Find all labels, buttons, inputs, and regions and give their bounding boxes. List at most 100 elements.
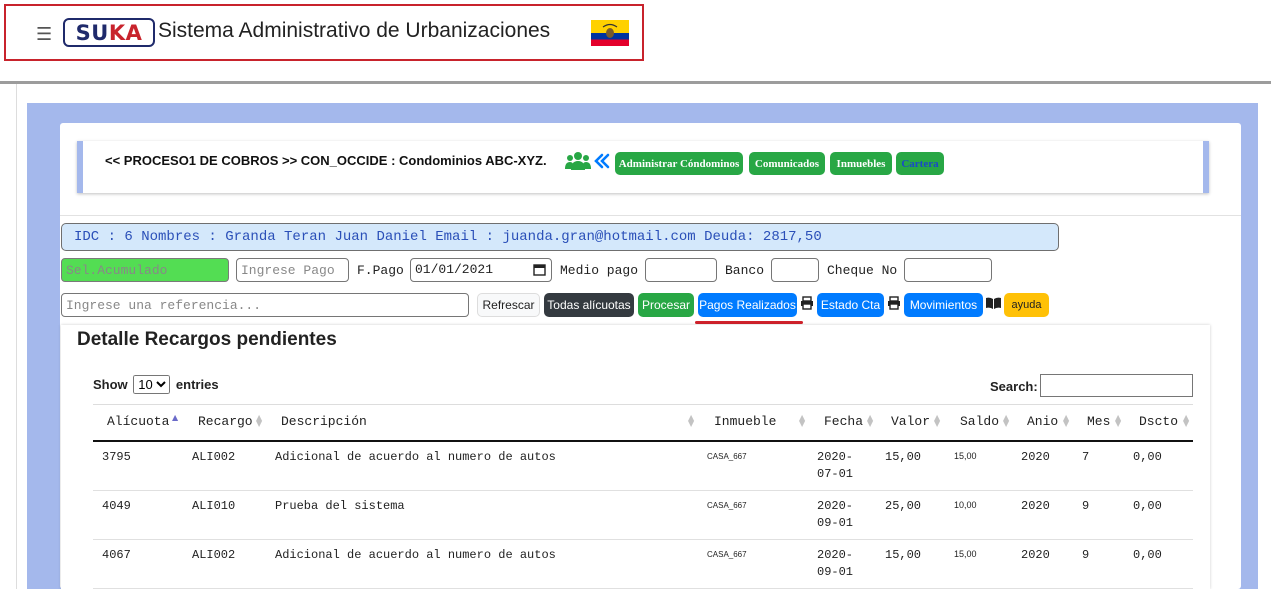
suka-logo: SUKA [63,18,155,47]
double-chevron-left-icon[interactable] [593,151,611,171]
sort-icon[interactable]: ▲ ▼ [688,414,694,428]
ecuador-flag-icon [591,20,629,46]
print-icon[interactable] [800,296,814,310]
sort-icon[interactable]: ▲ ▼ [1183,414,1189,428]
procesar-button[interactable]: Procesar [638,293,694,317]
cell-saldo: 15,00 [954,549,977,559]
cell-alicuota: 3795 [102,450,131,464]
header-mes[interactable]: Mes [1087,414,1110,429]
cell-descripcion: Adicional de acuerdo al numero de autos [275,450,556,464]
pagos-realizados-button[interactable]: Pagos Realizados [698,293,797,317]
cell-inmueble: CASA_667 [707,452,747,461]
cell-descripcion: Adicional de acuerdo al numero de autos [275,548,556,562]
print-icon[interactable] [887,296,901,310]
sort-icon[interactable]: ▲ ▼ [867,414,873,428]
cell-alicuota: 4049 [102,499,131,513]
cell-mes: 7 [1082,450,1090,464]
detail-title: Detalle Recargos pendientes [77,329,337,350]
sort-icon[interactable]: ▲ ▼ [934,414,940,428]
process-bar: << PROCESO1 DE COBROS >> CON_OCCIDE : Co… [77,141,1209,193]
show-entries: Show 10 entries [93,375,219,394]
cell-valor: 15,00 [885,450,922,464]
medio-pago-input[interactable] [645,258,717,282]
pago-input[interactable] [236,258,349,282]
cell-fecha-year: 2020- [817,548,854,562]
cell-descripcion: Prueba del sistema [275,499,405,513]
inmuebles-button[interactable]: Inmuebles [830,152,892,175]
header-alicuota[interactable]: Alícuota [107,414,169,429]
sort-icon[interactable]: ▲ ▼ [256,414,262,428]
cheque-label: Cheque No [827,263,898,278]
app-header: ☰ SUKA Sistema Administrativo de Urbaniz… [4,4,644,61]
header-dscto[interactable]: Dscto [1139,414,1178,429]
cell-anio: 2020 [1021,548,1050,562]
fpago-label: F.Pago [357,263,404,278]
header-recargo[interactable]: Recargo [198,414,253,429]
app-title: Sistema Administrativo de Urbanizaciones [158,19,551,42]
table-row[interactable]: 4049 ALI010 Prueba del sistema CASA_667 … [93,491,1193,540]
administrar-condominos-button[interactable]: Administrar Cóndominos [615,152,743,175]
table-row[interactable]: 4067 ALI002 Adicional de acuerdo al nume… [93,540,1193,589]
cell-recargo: ALI002 [192,450,236,464]
highlight-underline [695,321,803,324]
acumulado-select[interactable] [61,258,229,282]
users-icon[interactable] [565,151,591,171]
cell-alicuota: 4067 [102,548,131,562]
entries-select[interactable]: 10 [133,375,171,394]
cell-mes: 9 [1082,548,1090,562]
cell-fecha-date: 09-01 [817,565,854,579]
cell-fecha-year: 2020- [817,450,854,464]
show-label: Show [93,377,128,392]
comunicados-button[interactable]: Comunicados [749,152,825,175]
cell-dscto: 0,00 [1133,548,1162,562]
header-descripcion[interactable]: Descripción [281,414,367,429]
process-title: << PROCESO1 DE COBROS >> CON_OCCIDE : Co… [105,153,547,168]
banco-input[interactable] [771,258,819,282]
search-label: Search: [990,379,1038,394]
sort-icon[interactable]: ▲ ▼ [1063,414,1069,428]
hamburger-icon[interactable]: ☰ [36,24,52,45]
movimientos-button[interactable]: Movimientos [904,293,983,317]
header-valor[interactable]: Valor [891,414,930,429]
cell-inmueble: CASA_667 [707,501,747,510]
sort-icon[interactable]: ▲ [172,414,178,422]
fpago-date-value: 01/01/2021 [415,262,494,277]
cell-recargo: ALI010 [192,499,236,513]
table-row[interactable]: 3795 ALI002 Adicional de acuerdo al nume… [93,442,1193,491]
cell-saldo: 10,00 [954,500,977,510]
cell-fecha-date: 09-01 [817,516,854,530]
fpago-date-input[interactable]: 01/01/2021 [410,258,552,282]
calendar-icon[interactable] [533,263,546,276]
cell-anio: 2020 [1021,499,1050,513]
cell-fecha-date: 07-01 [817,467,854,481]
referencia-input[interactable] [61,293,469,317]
cell-valor: 15,00 [885,548,922,562]
cell-valor: 25,00 [885,499,922,513]
estado-cta-button[interactable]: Estado Cta [817,293,884,317]
cell-inmueble: CASA_667 [707,550,747,559]
entries-label: entries [175,377,219,392]
ayuda-button[interactable]: ayuda [1004,293,1049,317]
cell-saldo: 15,00 [954,451,977,461]
sort-icon[interactable]: ▲ ▼ [1003,414,1009,428]
sort-icon[interactable]: ▲ ▼ [799,414,805,428]
header-anio[interactable]: Anio [1027,414,1058,429]
search-input[interactable] [1040,374,1193,397]
header-saldo[interactable]: Saldo [960,414,999,429]
cell-mes: 9 [1082,499,1090,513]
cell-dscto: 0,00 [1133,450,1162,464]
sort-icon[interactable]: ▲ ▼ [1115,414,1121,428]
cartera-button[interactable]: Cartera [896,152,944,175]
cheque-input[interactable] [904,258,992,282]
book-icon[interactable] [986,297,1001,309]
todas-alicuotas-button[interactable]: Todas alícuotas [544,293,634,317]
client-info-line: IDC : 6 Nombres : Granda Teran Juan Dani… [61,223,1059,251]
cell-dscto: 0,00 [1133,499,1162,513]
table-top-border [93,404,1193,405]
cell-anio: 2020 [1021,450,1050,464]
cell-recargo: ALI002 [192,548,236,562]
header-inmueble[interactable]: Inmueble [714,414,776,429]
divider [60,215,1241,216]
header-fecha[interactable]: Fecha [824,414,863,429]
refrescar-button[interactable]: Refrescar [477,293,540,317]
